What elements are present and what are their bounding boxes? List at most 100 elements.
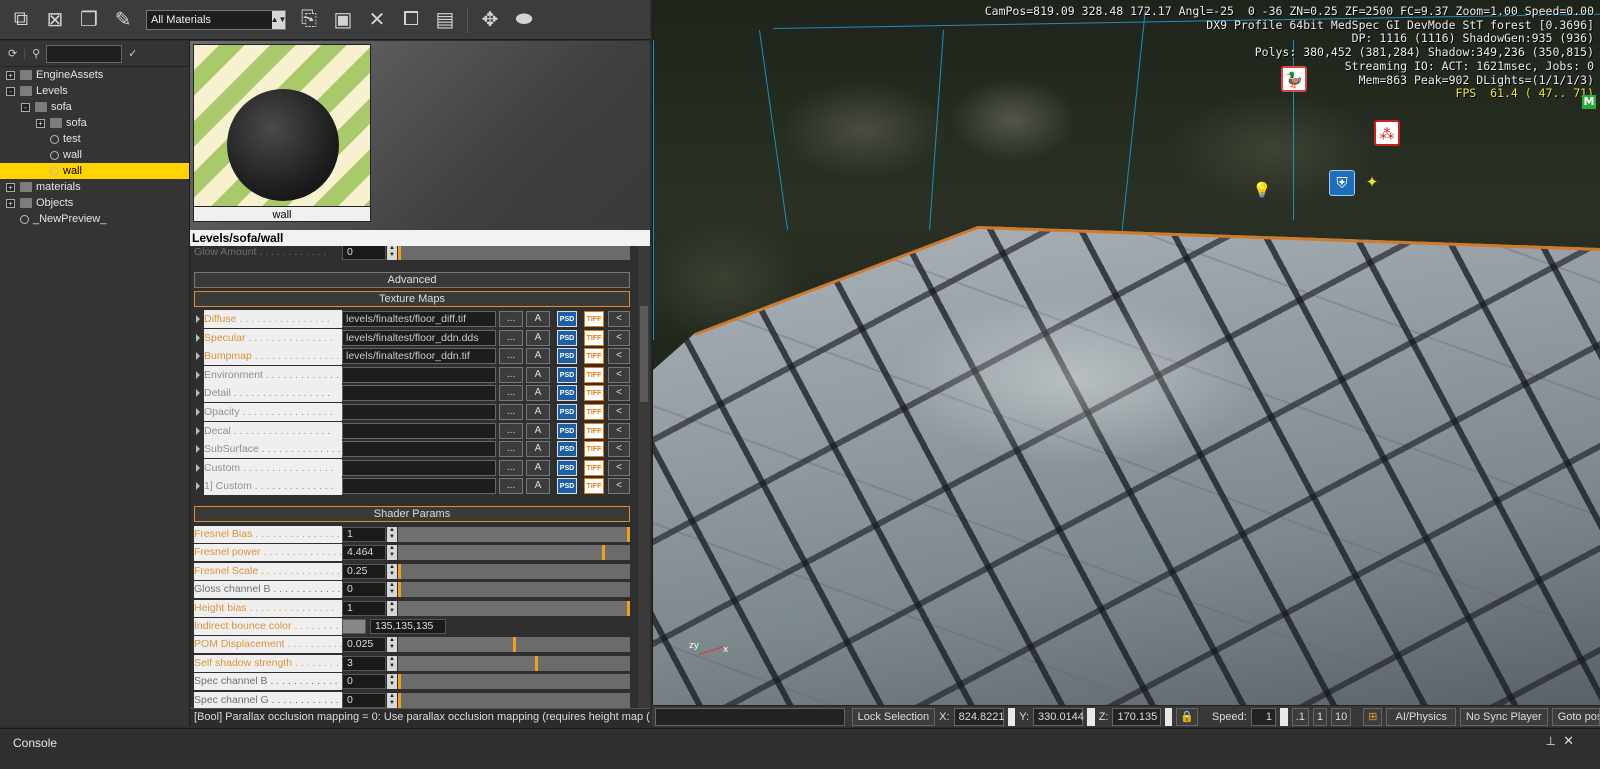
tiff-icon[interactable]: TIFF [584,459,604,476]
texture-reset-button[interactable]: < [608,478,630,495]
texture-a-button[interactable]: A [526,404,550,420]
psd-icon[interactable]: PSD [557,422,577,439]
shader-param-spinner[interactable]: ▲ ▼ [387,637,397,653]
shader-param-input[interactable]: 0.25 [342,563,386,579]
slider-handle[interactable] [398,674,401,690]
shader-param-slider[interactable] [398,582,630,598]
tree-item[interactable]: + materials [0,179,189,195]
preview-move-icon[interactable]: ✥ [475,5,505,35]
apply-filter-icon[interactable]: ✓ [128,47,137,60]
material-filter-select[interactable]: All Materials ▲▼ [146,9,286,30]
tiff-icon[interactable]: TIFF [584,329,604,346]
tree-search-input[interactable] [46,44,123,63]
slider-handle[interactable] [601,545,605,561]
psd-icon[interactable]: PSD [557,329,577,346]
texture-reset-button[interactable]: < [608,422,630,439]
shader-param-slider[interactable] [398,527,630,542]
shader-param-input[interactable]: 4.464 [342,545,386,561]
slider-handle[interactable] [398,563,401,579]
x-coord-input[interactable]: 824.8221 [953,707,1004,726]
shader-param-spinner[interactable]: ▲ ▼ [387,545,397,561]
add-material-icon[interactable]: ⧉ [6,5,36,35]
texture-path-input[interactable] [342,385,496,402]
properties-scrollbar[interactable] [638,246,650,710]
texture-a-button[interactable]: A [526,478,550,495]
tiff-icon[interactable]: TIFF [584,478,604,495]
texture-path-input[interactable]: levels/finaltest/floor_ddn.dds [342,329,496,346]
remove-material-icon[interactable]: ⊠ [40,5,70,35]
save-icon[interactable]: ▣ [328,5,358,35]
pin-icon[interactable]: ⊥ [1546,734,1556,748]
speed-input[interactable]: 1 [1250,707,1277,726]
tree-item[interactable]: _NewPreview_ [0,211,189,227]
shader-param-slider[interactable] [398,600,630,616]
texture-path-input[interactable]: levels/finaltest/floor_ddn.tif [342,348,496,365]
psd-icon[interactable]: PSD [557,478,577,495]
texture-path-input[interactable] [342,404,496,420]
texture-reset-button[interactable]: < [608,311,630,327]
shader-param-input[interactable]: 0 [342,674,386,690]
light-bulb-icon[interactable]: 💡 [1249,178,1275,204]
eyedropper-icon[interactable]: ✎ [108,5,138,35]
shader-param-spinner[interactable]: ▲ ▼ [387,600,397,616]
refresh-icon[interactable]: ⟳ [8,47,17,60]
browse-texture-button[interactable]: ... [499,329,523,346]
lock-selection-button[interactable]: Lock Selection [851,707,936,726]
color-value-input[interactable]: 135,135,135 [370,619,446,634]
terrain-collision-icon[interactable]: ⊞ [1363,707,1383,726]
expand-arrow-icon[interactable] [196,352,200,361]
collapse-icon[interactable]: - [6,86,15,96]
no-sync-player-button[interactable]: No Sync Player [1459,707,1548,726]
z-coord-input[interactable]: 170.135 [1112,707,1161,726]
tree-item[interactable]: wall [0,163,189,179]
tree-item[interactable]: - Levels [0,83,189,99]
expand-arrow-icon[interactable] [196,408,200,416]
scrollbar-thumb[interactable] [640,306,648,402]
speed-preset-button[interactable]: 10 [1331,707,1352,726]
x-coord-spinner[interactable] [1007,707,1016,726]
psd-icon[interactable]: PSD [557,385,577,402]
texture-path-input[interactable] [342,422,496,439]
expand-arrow-icon[interactable] [196,426,200,435]
texture-a-button[interactable]: A [526,422,550,439]
color-swatch[interactable] [342,619,366,634]
lock-icon[interactable]: 🔒 [1176,707,1198,726]
texture-reset-button[interactable]: < [608,329,630,346]
3d-viewport[interactable]: CamPos=819.09 328.48 172.17 Angl=-25 0 -… [652,0,1600,705]
browse-texture-button[interactable]: ... [499,478,523,495]
shader-param-input[interactable]: 1 [342,600,386,616]
collapse-icon[interactable]: - [21,102,30,112]
shader-param-input[interactable]: 3 [342,655,386,671]
slider-handle[interactable] [627,600,630,616]
expand-icon[interactable]: + [6,198,15,208]
texture-reset-button[interactable]: < [608,348,630,365]
expand-icon[interactable]: + [6,70,15,80]
psd-icon[interactable]: PSD [557,311,577,327]
z-coord-spinner[interactable] [1164,707,1173,726]
tiff-icon[interactable]: TIFF [584,311,604,327]
texture-path-input[interactable] [342,441,496,458]
shader-params-section-header[interactable]: Shader Params [194,506,630,522]
glow-amount-spinner[interactable]: ▲ ▼ [387,246,397,260]
browse-texture-button[interactable]: ... [499,385,523,402]
tiff-icon[interactable]: TIFF [584,404,604,420]
texture-a-button[interactable]: A [526,441,550,458]
slider-handle[interactable] [535,655,539,671]
browse-texture-button[interactable]: ... [499,459,523,476]
texture-path-input[interactable]: levels/finaltest/floor_diff.tif [342,311,496,327]
clone-material-icon[interactable]: ❐ [74,5,104,35]
shader-param-spinner[interactable]: ▲ ▼ [387,563,397,579]
shader-param-input[interactable]: 0.025 [342,637,386,653]
goto-position-button[interactable]: Goto posi [1551,707,1600,726]
browse-texture-button[interactable]: ... [499,348,523,365]
shader-param-spinner[interactable]: ▲ ▼ [387,674,397,690]
texture-a-button[interactable]: A [526,329,550,346]
texture-a-button[interactable]: A [526,366,550,383]
browse-texture-button[interactable]: ... [499,311,523,327]
tiff-icon[interactable]: TIFF [584,441,604,458]
delete-icon[interactable]: ✕ [362,5,392,35]
shader-param-slider[interactable] [398,692,630,708]
expand-arrow-icon[interactable] [196,445,200,454]
shader-param-input[interactable]: 0 [342,582,386,598]
glow-amount-input[interactable]: 0 [342,246,386,260]
